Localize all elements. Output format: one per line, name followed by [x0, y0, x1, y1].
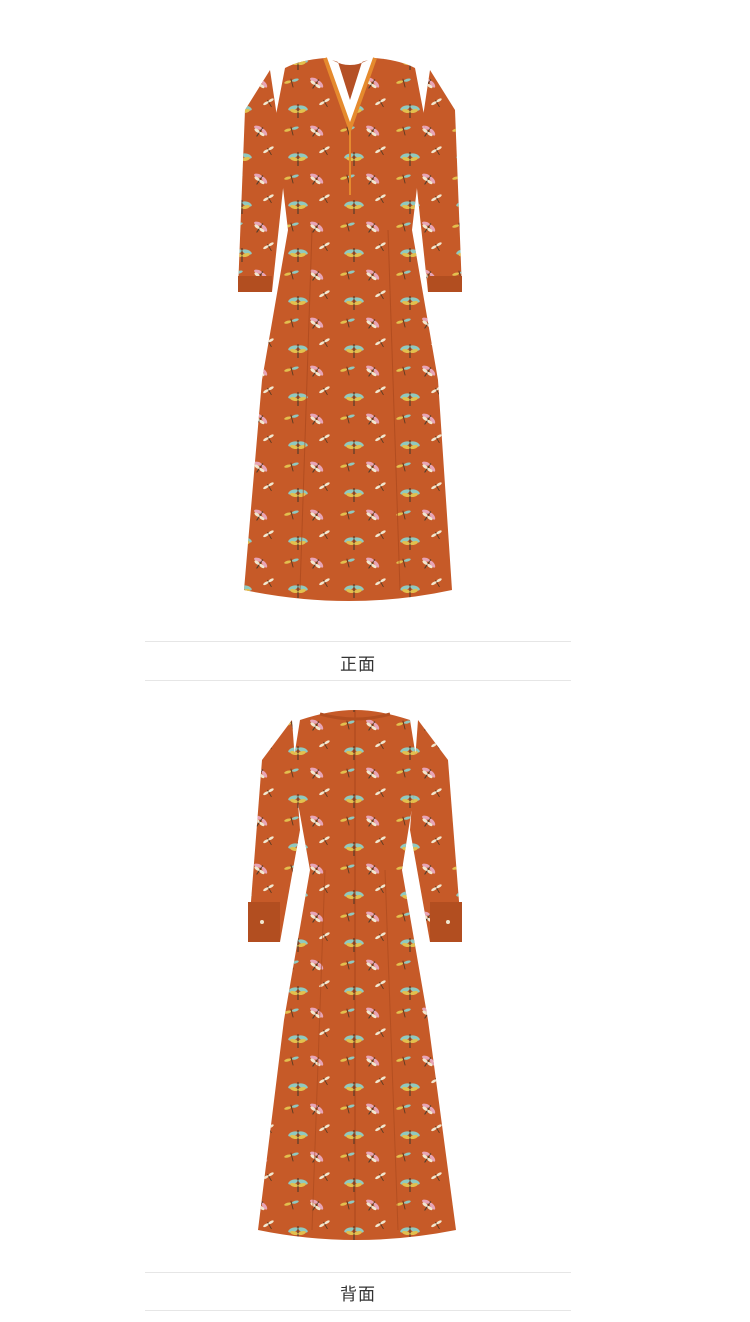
back-caption: 背面	[340, 1285, 376, 1305]
front-view-panel: 正面	[0, 0, 750, 690]
back-caption-divider-top	[145, 1272, 571, 1273]
front-dress-image	[238, 57, 462, 601]
front-caption-divider-top	[145, 641, 571, 642]
back-caption-divider-bottom	[145, 1310, 571, 1311]
back-view-panel: 背面	[0, 690, 750, 1322]
front-caption-divider-bottom	[145, 680, 571, 681]
front-caption: 正面	[340, 655, 376, 675]
back-dress-image	[248, 710, 462, 1240]
